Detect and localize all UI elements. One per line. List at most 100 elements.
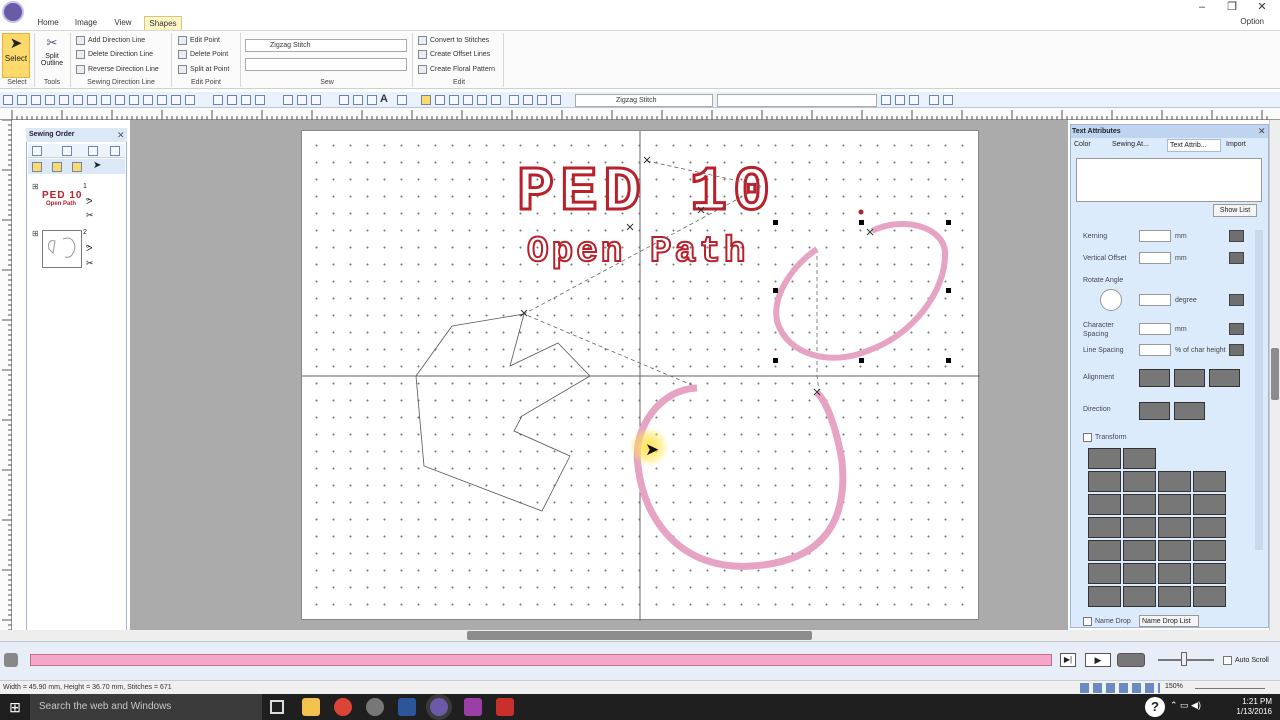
new-icon[interactable] [3, 95, 13, 105]
text-input-area[interactable] [1076, 158, 1262, 202]
kerning-apply-icon[interactable] [1229, 230, 1244, 242]
transform-shape-button[interactable] [1123, 494, 1156, 515]
speed-slider-thumb[interactable] [1181, 652, 1187, 666]
play-icon[interactable]: ▶ [1085, 653, 1111, 667]
transform-shape-button[interactable] [1088, 563, 1121, 584]
stamp-icon[interactable] [943, 95, 953, 105]
line-spacing-input[interactable] [1139, 344, 1171, 356]
arrange-icon[interactable] [477, 95, 487, 105]
thumb-1-presser-icon[interactable]: ᕗ [86, 196, 93, 207]
paste-icon[interactable] [101, 95, 111, 105]
undo-icon[interactable] [45, 95, 55, 105]
design-page[interactable]: PED 10 Open Path [301, 130, 980, 621]
zoom-fit-icon[interactable] [157, 95, 167, 105]
node-icon[interactable] [353, 95, 363, 105]
create-offset-lines-button[interactable]: Create Offset Lines [418, 48, 490, 61]
density-icon[interactable] [881, 95, 891, 105]
speed-icon[interactable] [1117, 653, 1145, 667]
copy-icon[interactable] [87, 95, 97, 105]
merge-icon[interactable] [88, 146, 98, 156]
filter-1-icon[interactable] [32, 162, 42, 172]
pen-icon[interactable] [227, 95, 237, 105]
vertical-offset-input[interactable] [1139, 252, 1171, 264]
right-panel-scrollbar[interactable] [1255, 230, 1263, 550]
open-icon[interactable] [17, 95, 27, 105]
pan-icon[interactable] [171, 95, 181, 105]
transform-shape-button[interactable] [1193, 563, 1226, 584]
minimize-icon[interactable]: – [1187, 0, 1217, 15]
transform-shape-button[interactable] [1193, 494, 1226, 515]
tab-shapes[interactable]: Shapes [144, 16, 182, 30]
toolbar-stitch-combo[interactable]: Zigzag Stitch [575, 94, 713, 107]
split-outline-button[interactable]: ✂ Split Outline [38, 33, 66, 78]
rotate-apply-icon[interactable] [1229, 294, 1244, 306]
sort-icon[interactable] [32, 146, 42, 156]
embroidery-app-icon[interactable] [430, 698, 448, 716]
transform-shape-button[interactable] [1158, 494, 1191, 515]
simulator-progress-track[interactable] [30, 654, 1052, 666]
thumb-1-scissors-icon[interactable]: ✂ [86, 210, 94, 221]
transform-shape-button[interactable] [1123, 517, 1156, 538]
align-left-button[interactable] [1139, 369, 1170, 387]
add-direction-line-button[interactable]: Add Direction Line [76, 34, 145, 47]
group-icon[interactable] [311, 95, 321, 105]
windows-start-icon[interactable]: ⊞ [0, 694, 30, 720]
edit-point-button[interactable]: Edit Point [178, 34, 220, 47]
taskbar-search[interactable]: Search the web and Windows [30, 694, 262, 720]
app-circle-icon[interactable] [366, 698, 384, 716]
transform-shape-button[interactable] [1088, 586, 1121, 607]
mirror-icon[interactable] [449, 95, 459, 105]
auto-scroll-checkbox[interactable] [1223, 656, 1232, 665]
transform-shape-button[interactable] [1123, 540, 1156, 561]
tab-home[interactable]: Home [33, 16, 63, 30]
thumb-2-scissors-icon[interactable]: ✂ [86, 258, 94, 269]
flower-app-icon[interactable] [464, 698, 482, 716]
eyedropper-icon[interactable] [241, 95, 251, 105]
rect-icon[interactable] [213, 95, 223, 105]
transform-shape-button[interactable] [1088, 540, 1121, 561]
transform-shape-button[interactable] [1158, 517, 1191, 538]
delete-direction-line-button[interactable]: Delete Direction Line [76, 48, 153, 61]
transform-shape-button[interactable] [1193, 517, 1226, 538]
transform-shape-button[interactable] [1088, 448, 1121, 469]
select-button[interactable]: ➤ Select [2, 33, 30, 78]
toolbar-fill-combo[interactable] [717, 94, 877, 107]
character-spacing-input[interactable] [1139, 323, 1171, 335]
pointer-icon[interactable]: ➤ [93, 160, 101, 171]
sew-stitch-combo-2[interactable] [245, 58, 407, 71]
transform-shape-button[interactable] [1123, 586, 1156, 607]
select-tool-icon[interactable] [421, 95, 431, 105]
restore-icon[interactable]: ❐ [1217, 0, 1247, 15]
move-icon[interactable] [62, 146, 72, 156]
save-icon[interactable] [31, 95, 41, 105]
grid-icon[interactable] [297, 95, 307, 105]
horizontal-scroll-thumb[interactable] [467, 631, 812, 640]
taskbar-clock[interactable]: 1:21 PM 1/13/2016 [1236, 697, 1272, 717]
magnifier-icon[interactable] [255, 95, 265, 105]
view-mode-icons[interactable] [1080, 683, 1160, 693]
transform-checkbox[interactable] [1083, 433, 1092, 442]
color-2-icon[interactable] [523, 95, 533, 105]
layout-icon[interactable] [339, 95, 349, 105]
character-spacing-apply-icon[interactable] [1229, 323, 1244, 335]
transform-shape-button[interactable] [1123, 563, 1156, 584]
line-spacing-apply-icon[interactable] [1229, 344, 1244, 356]
flip-icon[interactable] [463, 95, 473, 105]
rotate-dial[interactable] [1100, 289, 1122, 311]
color-1-icon[interactable] [509, 95, 519, 105]
tab-text-attributes[interactable]: Text Attrib... [1167, 139, 1221, 152]
direction-vertical-button[interactable] [1174, 402, 1205, 420]
transform-shape-button[interactable] [1088, 517, 1121, 538]
task-view-icon[interactable] [270, 700, 284, 714]
app-logo-icon[interactable] [2, 1, 24, 23]
zoom-slider[interactable] [1195, 688, 1265, 689]
measure-icon[interactable] [185, 95, 195, 105]
transform-shape-button[interactable] [1193, 540, 1226, 561]
tab-sewing-attributes[interactable]: Sewing At... [1112, 141, 1149, 148]
curve-icon[interactable] [367, 95, 377, 105]
word-icon[interactable] [398, 698, 416, 716]
tray-icons[interactable]: ⌃ ▭ ◀) [1170, 700, 1201, 711]
motif-icon[interactable] [929, 95, 939, 105]
chrome-icon[interactable] [334, 698, 352, 716]
expand-icon-2[interactable]: ⊞ [32, 229, 39, 238]
